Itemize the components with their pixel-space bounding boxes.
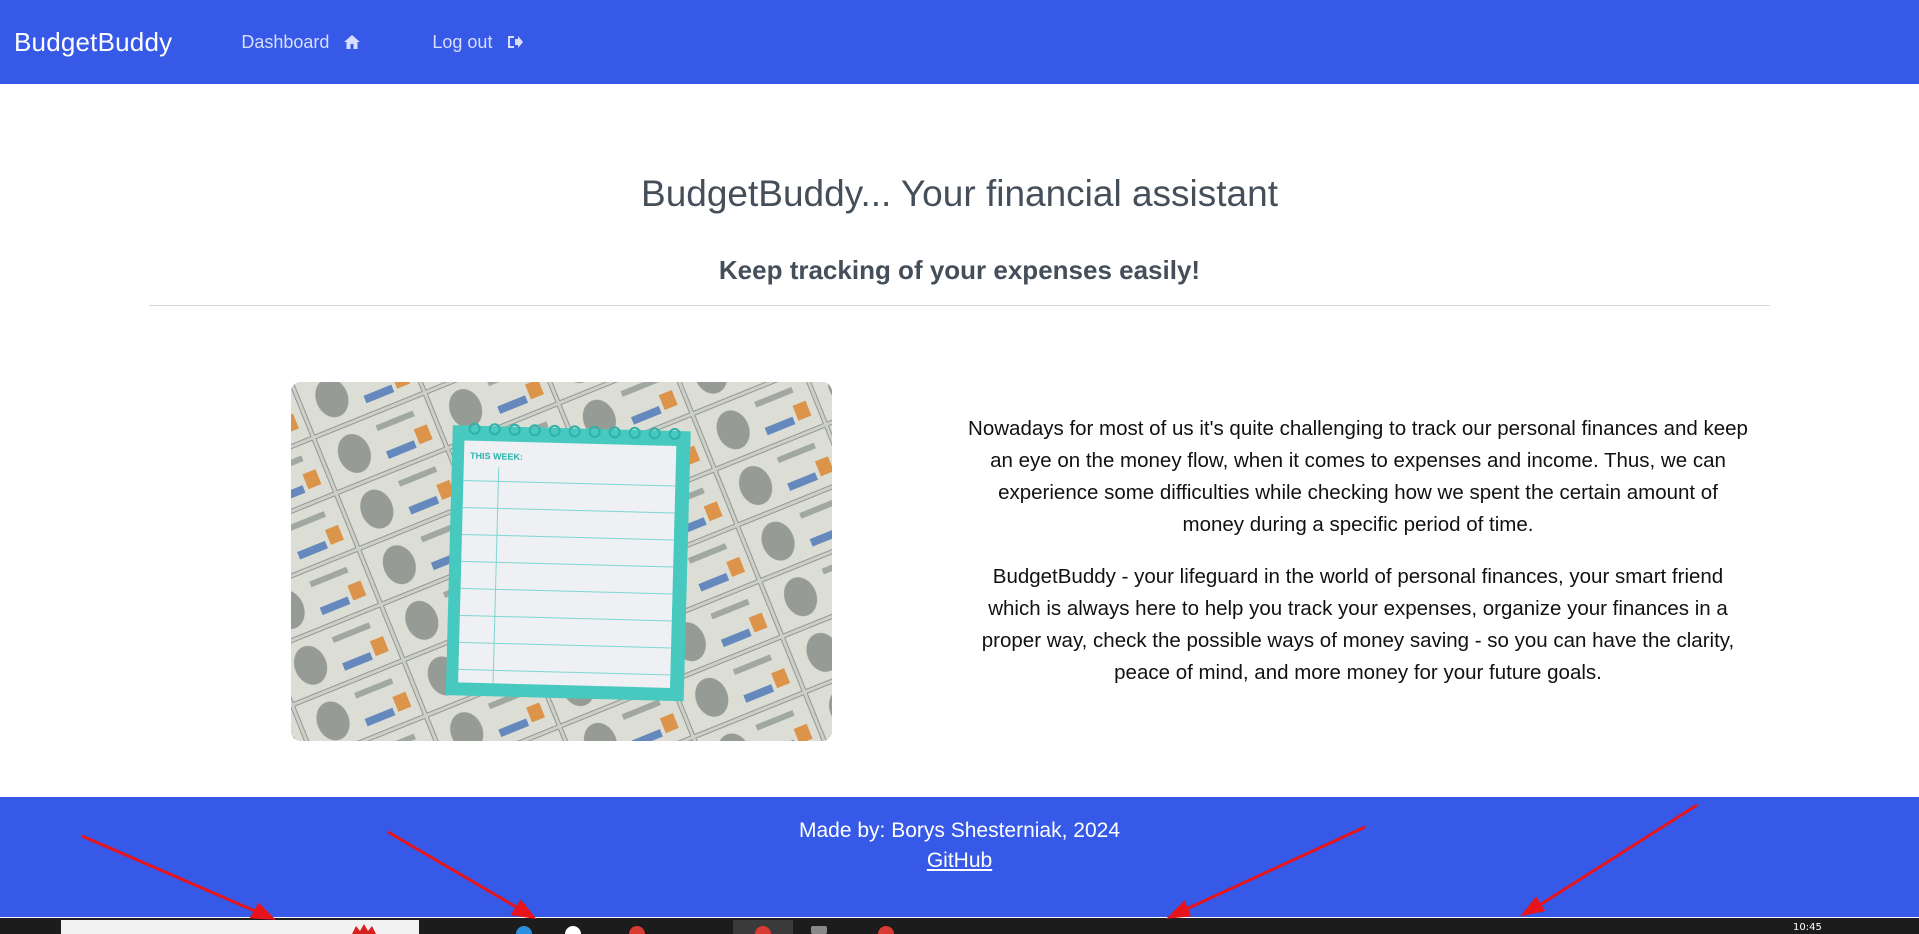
taskbar-app-icon[interactable] (878, 926, 894, 934)
home-icon (343, 33, 361, 51)
github-link[interactable]: GitHub (0, 849, 1919, 873)
about-paragraph: Nowadays for most of us it's quite chall… (968, 417, 1748, 536)
page-title: BudgetBuddy... Your financial assistant (641, 173, 1278, 214)
footer: Made by: Borys Shesterniak, 2024 GitHub (0, 797, 1919, 917)
footer-credit: Made by: Borys Shesterniak, 2024 (798, 819, 1120, 842)
page-subtitle: Keep tracking of your expenses easily! (718, 255, 1201, 285)
nav-dashboard-link[interactable]: Dashboard (241, 32, 361, 53)
money-notepad-image: THIS WEEK: (291, 382, 832, 741)
section-divider (149, 305, 1770, 306)
taskbar-app-icon[interactable] (629, 926, 645, 934)
taskbar-app-icon[interactable] (565, 926, 581, 934)
taskbar-app-icon[interactable] (811, 926, 827, 934)
taskbar-clock: 10:45 (1793, 922, 1822, 933)
notepad-heading: THIS WEEK: (470, 451, 523, 462)
about-text: Nowadays for most of us it's quite chall… (965, 413, 1751, 689)
nav-dashboard-label: Dashboard (241, 31, 330, 52)
sign-out-icon (506, 33, 524, 51)
nav-logout-label: Log out (432, 31, 493, 52)
navbar: BudgetBuddy Dashboard Log out (0, 0, 1919, 84)
os-taskbar: 10:45 (0, 918, 1919, 934)
nav-logout-link[interactable]: Log out (432, 32, 524, 53)
taskbar-badge-icon (352, 924, 376, 934)
taskbar-app-icon[interactable] (516, 926, 532, 934)
brand-logo[interactable]: BudgetBuddy (14, 27, 172, 58)
about-paragraph: BudgetBuddy - your lifeguard in the worl… (981, 565, 1735, 684)
